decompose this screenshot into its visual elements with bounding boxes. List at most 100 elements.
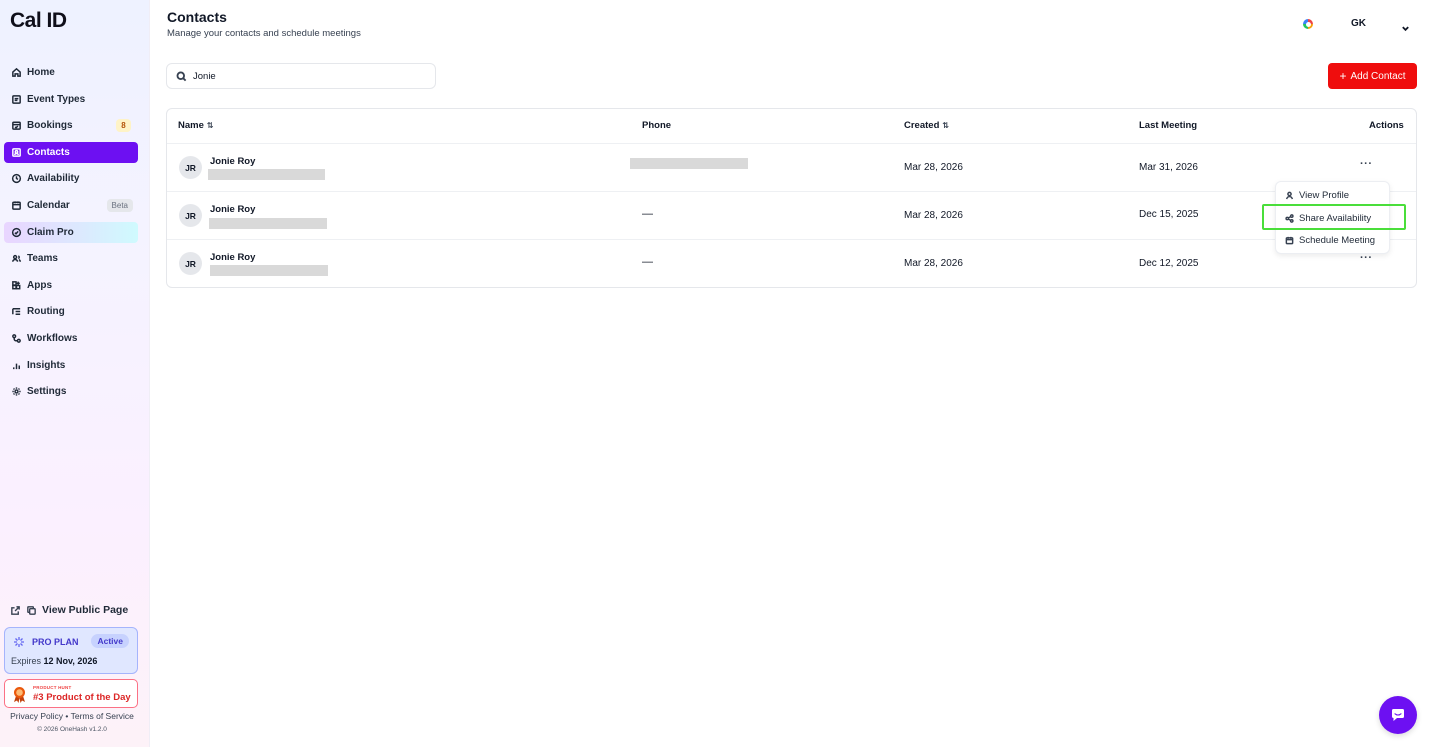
redacted-email bbox=[208, 169, 325, 180]
copyright: © 2026 OneHash v1.2.0 bbox=[37, 726, 107, 733]
sidebar-item-label: Teams bbox=[27, 253, 58, 265]
view-public-page-link[interactable]: View Public Page bbox=[10, 604, 128, 616]
contacts-table: Name ⇅ Phone Created ⇅ Last Meeting Acti… bbox=[166, 108, 1417, 288]
medal-icon bbox=[14, 687, 25, 703]
add-contact-label: Add Contact bbox=[1350, 70, 1406, 82]
redacted-email bbox=[210, 265, 328, 276]
menu-item-label: View Profile bbox=[1299, 190, 1349, 201]
created-date: Mar 28, 2026 bbox=[904, 210, 963, 221]
phone-value: — bbox=[642, 208, 653, 220]
sidebar-item-label: Contacts bbox=[27, 146, 70, 158]
pro-plan-row: PRO PLAN bbox=[13, 636, 79, 648]
beta-badge: Beta bbox=[106, 198, 133, 212]
table-row[interactable]: JR Jonie Roy — Mar 28, 2026 Dec 12, 2025… bbox=[167, 240, 1416, 288]
sidebar-item-workflows[interactable]: Workflows bbox=[4, 328, 138, 349]
sidebar-item-contacts[interactable]: Contacts bbox=[4, 141, 138, 163]
insights-icon bbox=[10, 359, 22, 371]
sidebar-item-teams[interactable]: Teams bbox=[4, 248, 138, 269]
menu-item-label: Schedule Meeting bbox=[1299, 235, 1376, 246]
sidebar-nav: Home Event Types Bookings 8 Contacts Ava… bbox=[4, 62, 138, 408]
sidebar-item-home[interactable]: Home bbox=[4, 62, 138, 83]
sidebar-item-label: Availability bbox=[27, 173, 80, 185]
plan-name: PRO PLAN bbox=[32, 637, 79, 647]
redacted-email bbox=[209, 218, 327, 229]
bookings-icon bbox=[10, 120, 22, 132]
app-logo[interactable]: Cal ID bbox=[10, 9, 67, 33]
avatar: JR bbox=[179, 204, 202, 227]
sidebar-item-routing[interactable]: Routing bbox=[4, 301, 138, 322]
sidebar-item-apps[interactable]: Apps bbox=[4, 275, 138, 296]
plan-expiry: Expires 12 Nov, 2026 bbox=[11, 656, 97, 666]
menu-item-view-profile[interactable]: View Profile bbox=[1285, 190, 1349, 201]
column-label: Actions bbox=[1369, 120, 1404, 131]
sidebar-item-label: Calendar bbox=[27, 199, 70, 211]
plus-icon: + bbox=[1339, 69, 1347, 83]
redacted-phone bbox=[630, 158, 748, 169]
status-ring-icon[interactable] bbox=[1303, 19, 1313, 29]
sidebar-item-label: Bookings bbox=[27, 120, 73, 132]
claim-pro-icon bbox=[10, 226, 22, 238]
pro-plan-card[interactable]: PRO PLAN Active Expires 12 Nov, 2026 bbox=[4, 627, 138, 674]
table-header: Name ⇅ Phone Created ⇅ Last Meeting Acti… bbox=[167, 109, 1416, 144]
product-hunt-title: #3 Product of the Day bbox=[33, 692, 131, 703]
sidebar-item-label: Claim Pro bbox=[27, 226, 74, 238]
column-label: Created bbox=[904, 120, 940, 131]
footer-separator: • bbox=[65, 711, 69, 721]
column-header-created[interactable]: Created ⇅ bbox=[904, 120, 949, 131]
search-input[interactable] bbox=[193, 70, 423, 82]
calendar-icon bbox=[1285, 236, 1294, 245]
apps-icon bbox=[10, 279, 22, 291]
sidebar-item-insights[interactable]: Insights bbox=[4, 355, 138, 376]
sidebar-item-availability[interactable]: Availability bbox=[4, 168, 138, 189]
event-types-icon bbox=[10, 93, 22, 105]
product-hunt-badge[interactable]: PRODUCT HUNT #3 Product of the Day bbox=[4, 679, 138, 708]
phone-value: — bbox=[642, 256, 653, 268]
column-label: Name bbox=[178, 120, 204, 131]
sidebar-item-bookings[interactable]: Bookings 8 bbox=[4, 115, 138, 136]
column-label: Last Meeting bbox=[1139, 120, 1198, 131]
column-label: Phone bbox=[642, 120, 672, 131]
column-header-last-meeting: Last Meeting bbox=[1139, 120, 1197, 131]
view-public-page-label: View Public Page bbox=[42, 604, 129, 616]
sidebar-item-calendar[interactable]: Calendar Beta bbox=[4, 195, 138, 216]
more-actions-icon[interactable]: ··· bbox=[1360, 158, 1373, 170]
plan-expiry-date: 12 Nov, 2026 bbox=[43, 656, 98, 666]
privacy-policy-link[interactable]: Privacy Policy bbox=[10, 711, 63, 721]
column-header-phone: Phone bbox=[642, 120, 671, 131]
sort-icon[interactable]: ⇅ bbox=[942, 121, 949, 130]
chat-widget-button[interactable] bbox=[1379, 696, 1417, 734]
clock-icon bbox=[10, 173, 22, 185]
search-box bbox=[166, 63, 436, 89]
add-contact-button[interactable]: + Add Contact bbox=[1328, 63, 1417, 89]
column-header-name[interactable]: Name ⇅ bbox=[178, 120, 214, 131]
footer-links: Privacy Policy • Terms of Service bbox=[0, 711, 144, 721]
column-header-actions: Actions bbox=[1369, 120, 1404, 131]
terms-of-service-link[interactable]: Terms of Service bbox=[71, 711, 134, 721]
sidebar-item-label: Insights bbox=[27, 359, 66, 371]
contact-name: Jonie Roy bbox=[210, 204, 256, 215]
routing-icon bbox=[10, 306, 22, 318]
sidebar-item-claim-pro[interactable]: Claim Pro bbox=[4, 221, 138, 243]
table-row[interactable]: JR Jonie Roy Mar 28, 2026 Mar 31, 2026 ·… bbox=[167, 144, 1416, 192]
sort-icon[interactable]: ⇅ bbox=[207, 121, 214, 130]
sparkle-icon bbox=[14, 637, 24, 647]
user-menu[interactable]: GK bbox=[1351, 18, 1366, 29]
chevron-down-icon[interactable] bbox=[1401, 20, 1410, 32]
chat-icon bbox=[1392, 709, 1404, 721]
highlight-box bbox=[1262, 204, 1406, 230]
calendar-icon bbox=[10, 199, 22, 211]
copy-icon[interactable] bbox=[26, 605, 37, 616]
sidebar: Cal ID Home Event Types Bookings 8 Conta… bbox=[0, 0, 150, 747]
last-meeting-date: Dec 15, 2025 bbox=[1139, 209, 1199, 220]
last-meeting-date: Dec 12, 2025 bbox=[1139, 258, 1199, 269]
sidebar-item-label: Apps bbox=[27, 279, 52, 291]
home-icon bbox=[10, 67, 22, 79]
table-row[interactable]: JR Jonie Roy — Mar 28, 2026 Dec 15, 2025 bbox=[167, 192, 1416, 240]
menu-item-schedule-meeting[interactable]: Schedule Meeting bbox=[1285, 235, 1375, 246]
contact-name: Jonie Roy bbox=[210, 252, 256, 263]
sidebar-item-event-types[interactable]: Event Types bbox=[4, 89, 138, 110]
settings-icon bbox=[10, 386, 22, 398]
external-link-icon bbox=[11, 605, 20, 615]
contact-name: Jonie Roy bbox=[210, 156, 256, 167]
sidebar-item-settings[interactable]: Settings bbox=[4, 381, 138, 402]
